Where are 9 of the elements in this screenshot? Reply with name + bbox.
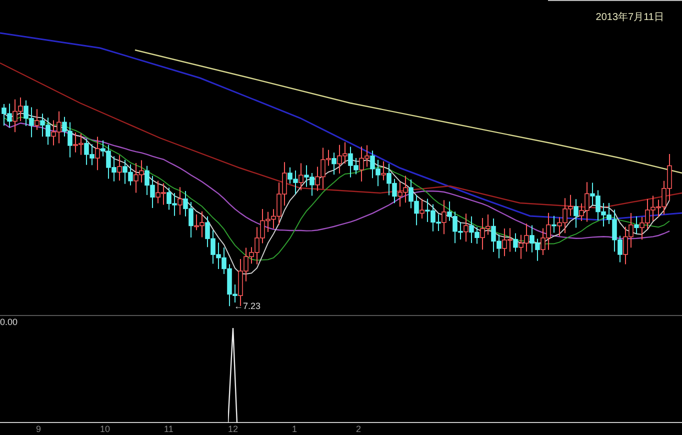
indicator-value: 0.00 xyxy=(0,316,18,329)
axis-label: 9 xyxy=(36,423,42,435)
date-label: 2013年7月11日 xyxy=(596,11,664,25)
low-price-label: ←7.23 xyxy=(234,300,261,313)
axis-label: 12 xyxy=(228,423,238,435)
axis-label: 11 xyxy=(164,423,174,435)
axis-label: 1 xyxy=(292,423,298,435)
axis-label: 10 xyxy=(100,423,110,435)
axis-label: 2 xyxy=(356,423,362,435)
